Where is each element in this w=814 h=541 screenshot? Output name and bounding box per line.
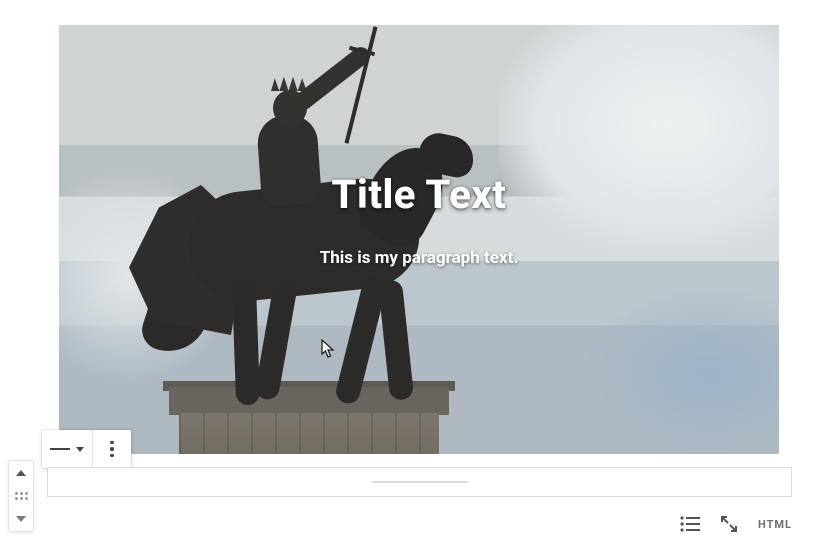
list-view-button[interactable] [680, 516, 700, 532]
list-icon [680, 516, 700, 532]
chevron-up-icon [16, 470, 26, 476]
separator-line [372, 481, 468, 483]
align-button[interactable] [42, 430, 92, 468]
chevron-down-icon [76, 447, 84, 452]
fullscreen-icon [720, 515, 738, 533]
cover-title[interactable]: Title Text [332, 171, 507, 218]
block-mover [8, 460, 34, 532]
kebab-dot-icon [110, 454, 114, 458]
editor-canvas: Title Text This is my paragraph text. [0, 0, 814, 541]
move-down-button[interactable] [9, 508, 33, 531]
separator-block[interactable] [47, 467, 792, 497]
move-up-button[interactable] [9, 461, 33, 484]
html-view-button[interactable]: HTML [758, 518, 792, 531]
block-toolbar [42, 430, 131, 468]
more-options-button[interactable] [93, 430, 131, 468]
drag-grip-icon [15, 492, 28, 500]
view-tools: HTML [680, 512, 792, 536]
cover-inner-content: Title Text This is my paragraph text. [59, 25, 779, 454]
drag-handle[interactable] [9, 484, 33, 507]
cover-paragraph[interactable]: This is my paragraph text. [320, 248, 519, 268]
chevron-down-icon [16, 516, 26, 522]
align-line-icon [50, 448, 70, 450]
cover-block[interactable]: Title Text This is my paragraph text. [59, 25, 779, 454]
fullscreen-button[interactable] [720, 515, 738, 533]
kebab-dot-icon [110, 441, 114, 445]
kebab-dot-icon [110, 447, 114, 451]
